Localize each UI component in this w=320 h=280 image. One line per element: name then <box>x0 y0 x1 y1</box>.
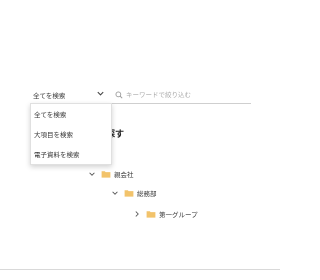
chevron-right-icon[interactable] <box>133 210 141 218</box>
dropdown-option-all[interactable]: 全てを検索 <box>31 104 111 124</box>
tree-item-label: 親会社 <box>114 171 134 179</box>
folder-icon <box>124 190 134 197</box>
search-input[interactable] <box>123 87 246 102</box>
folder-icon <box>101 171 111 178</box>
folder-icon <box>146 211 156 218</box>
keyword-search-field[interactable] <box>111 86 251 104</box>
tree-item-label: 第一グループ <box>159 211 198 219</box>
chevron-down-icon[interactable] <box>111 189 119 197</box>
dropdown-option-category[interactable]: 大項目を検索 <box>31 124 111 144</box>
tree-item-general-affairs[interactable]: 総務部 <box>111 186 157 200</box>
bottom-divider <box>0 269 280 270</box>
dropdown-option-documents[interactable]: 電子資料を検索 <box>31 144 111 164</box>
app-window: 全てを検索 探す 親会社 総務部 <box>0 0 280 280</box>
search-scope-select[interactable]: 全てを検索 <box>30 86 110 104</box>
search-scope-dropdown: 全てを検索 大項目を検索 電子資料を検索 <box>30 103 112 165</box>
search-icon <box>115 91 123 99</box>
tree-item-parent-company[interactable]: 親会社 <box>88 167 134 181</box>
tree-item-label: 総務部 <box>137 190 157 198</box>
chevron-down-icon[interactable] <box>88 170 96 178</box>
search-scope-label: 全てを検索 <box>33 91 66 100</box>
chevron-down-icon <box>97 91 104 96</box>
tree-item-first-group[interactable]: 第一グループ <box>133 207 198 221</box>
